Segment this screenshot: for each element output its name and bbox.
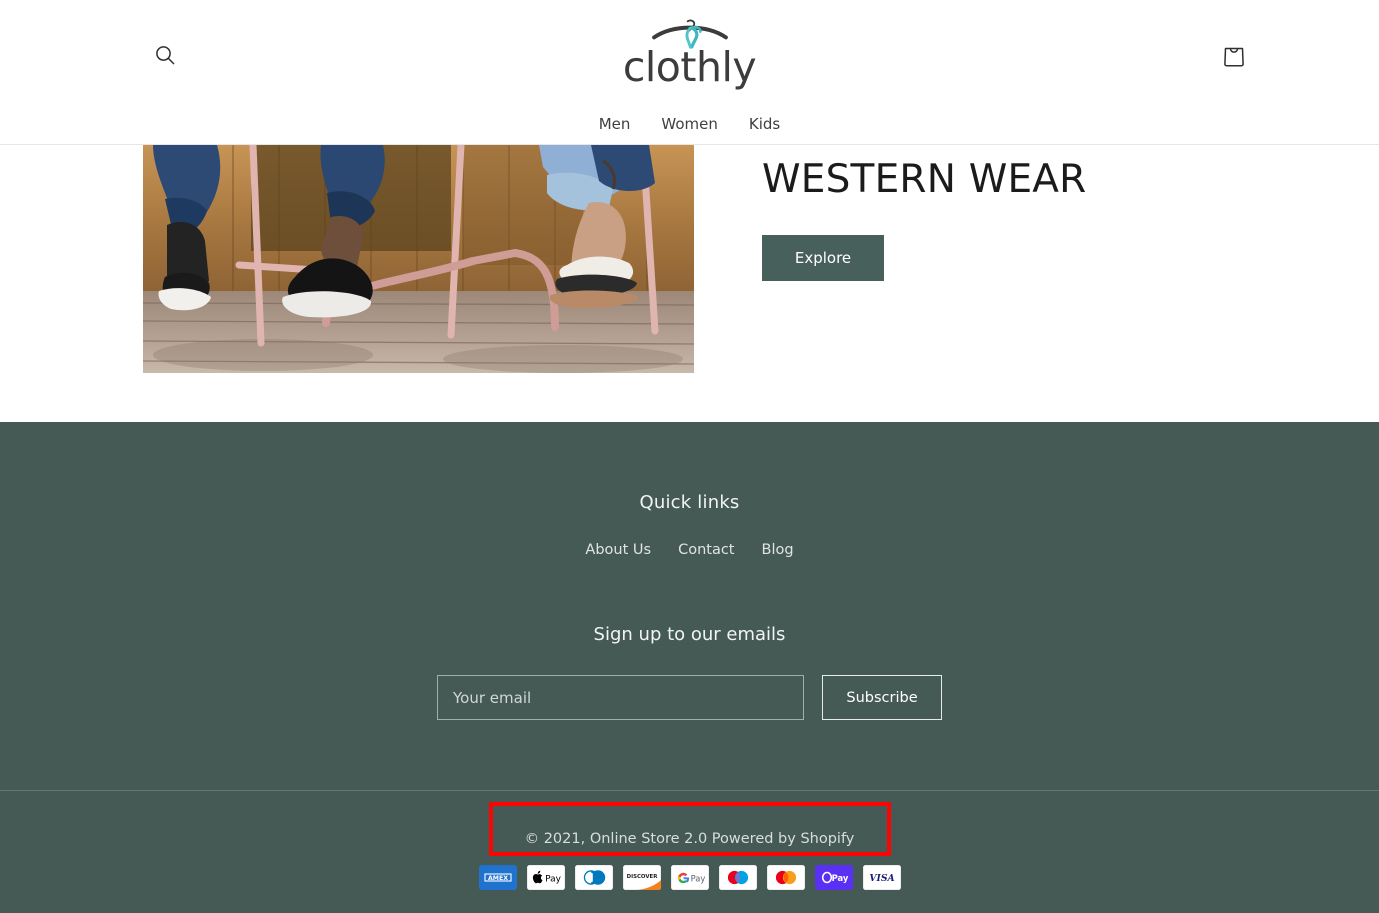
main-navigation: Men Women Kids — [0, 112, 1379, 136]
site-header: clothly Men Women Kids — [0, 0, 1379, 145]
svg-text:AMEX: AMEX — [488, 875, 508, 882]
logo-wordmark: clothly — [622, 43, 757, 91]
nav-item-women[interactable]: Women — [659, 112, 719, 136]
hero-section: WESTERN WEAR Explore — [0, 145, 1379, 422]
amex-icon: AMEX — [478, 865, 517, 890]
svg-text:DISCOVER: DISCOVER — [626, 874, 658, 880]
svg-text:Pay: Pay — [690, 873, 705, 883]
shopping-bag-icon — [1224, 47, 1244, 67]
newsletter-title: Sign up to our emails — [593, 624, 786, 645]
quick-links-list: About Us Contact Blog — [585, 542, 793, 558]
footer-link-blog[interactable]: Blog — [762, 542, 794, 558]
newsletter-form: Subscribe — [437, 675, 942, 720]
hero-title: WESTERN WEAR — [762, 157, 1087, 202]
google-pay-icon: Pay — [670, 865, 709, 890]
mastercard-icon — [766, 865, 805, 890]
cart-button[interactable] — [1217, 38, 1251, 72]
hero-image — [143, 145, 694, 373]
nav-item-kids[interactable]: Kids — [747, 112, 782, 136]
svg-text:Pay: Pay — [545, 875, 562, 885]
quick-links-title: Quick links — [639, 492, 740, 513]
storefront-page: clothly Men Women Kids WESTERN WEAR Expl… — [0, 0, 1379, 913]
visa-icon: VISA — [862, 865, 901, 890]
search-button[interactable] — [148, 38, 182, 72]
diners-club-icon — [574, 865, 613, 890]
discover-icon: DISCOVER — [622, 865, 661, 890]
maestro-icon — [718, 865, 757, 890]
payment-methods-list: AMEX Pay DISCOVER Pay Pay VISA — [478, 865, 901, 890]
email-input[interactable] — [437, 675, 804, 720]
shop-pay-icon: Pay — [814, 865, 853, 890]
header-top-bar: clothly — [0, 0, 1379, 110]
search-icon — [156, 46, 175, 65]
footer-bottom: © 2021, Online Store 2.0 Powered by Shop… — [0, 791, 1379, 913]
footer-link-contact[interactable]: Contact — [678, 542, 734, 558]
footer-main: Quick links About Us Contact Blog Sign u… — [0, 422, 1379, 790]
copyright-text: © 2021, Online Store 2.0 Powered by Shop… — [524, 831, 855, 847]
svg-text:Pay: Pay — [831, 873, 848, 883]
subscribe-button[interactable]: Subscribe — [822, 675, 942, 720]
footer-link-about-us[interactable]: About Us — [585, 542, 651, 558]
site-footer: Quick links About Us Contact Blog Sign u… — [0, 422, 1379, 913]
svg-text:VISA: VISA — [869, 873, 894, 884]
hero-content: WESTERN WEAR Explore — [762, 157, 1282, 281]
site-logo[interactable]: clothly — [610, 18, 770, 87]
deck-scene-illustration — [143, 145, 694, 373]
nav-item-men[interactable]: Men — [597, 112, 633, 136]
apple-pay-icon: Pay — [526, 865, 565, 890]
explore-button[interactable]: Explore — [762, 234, 884, 281]
